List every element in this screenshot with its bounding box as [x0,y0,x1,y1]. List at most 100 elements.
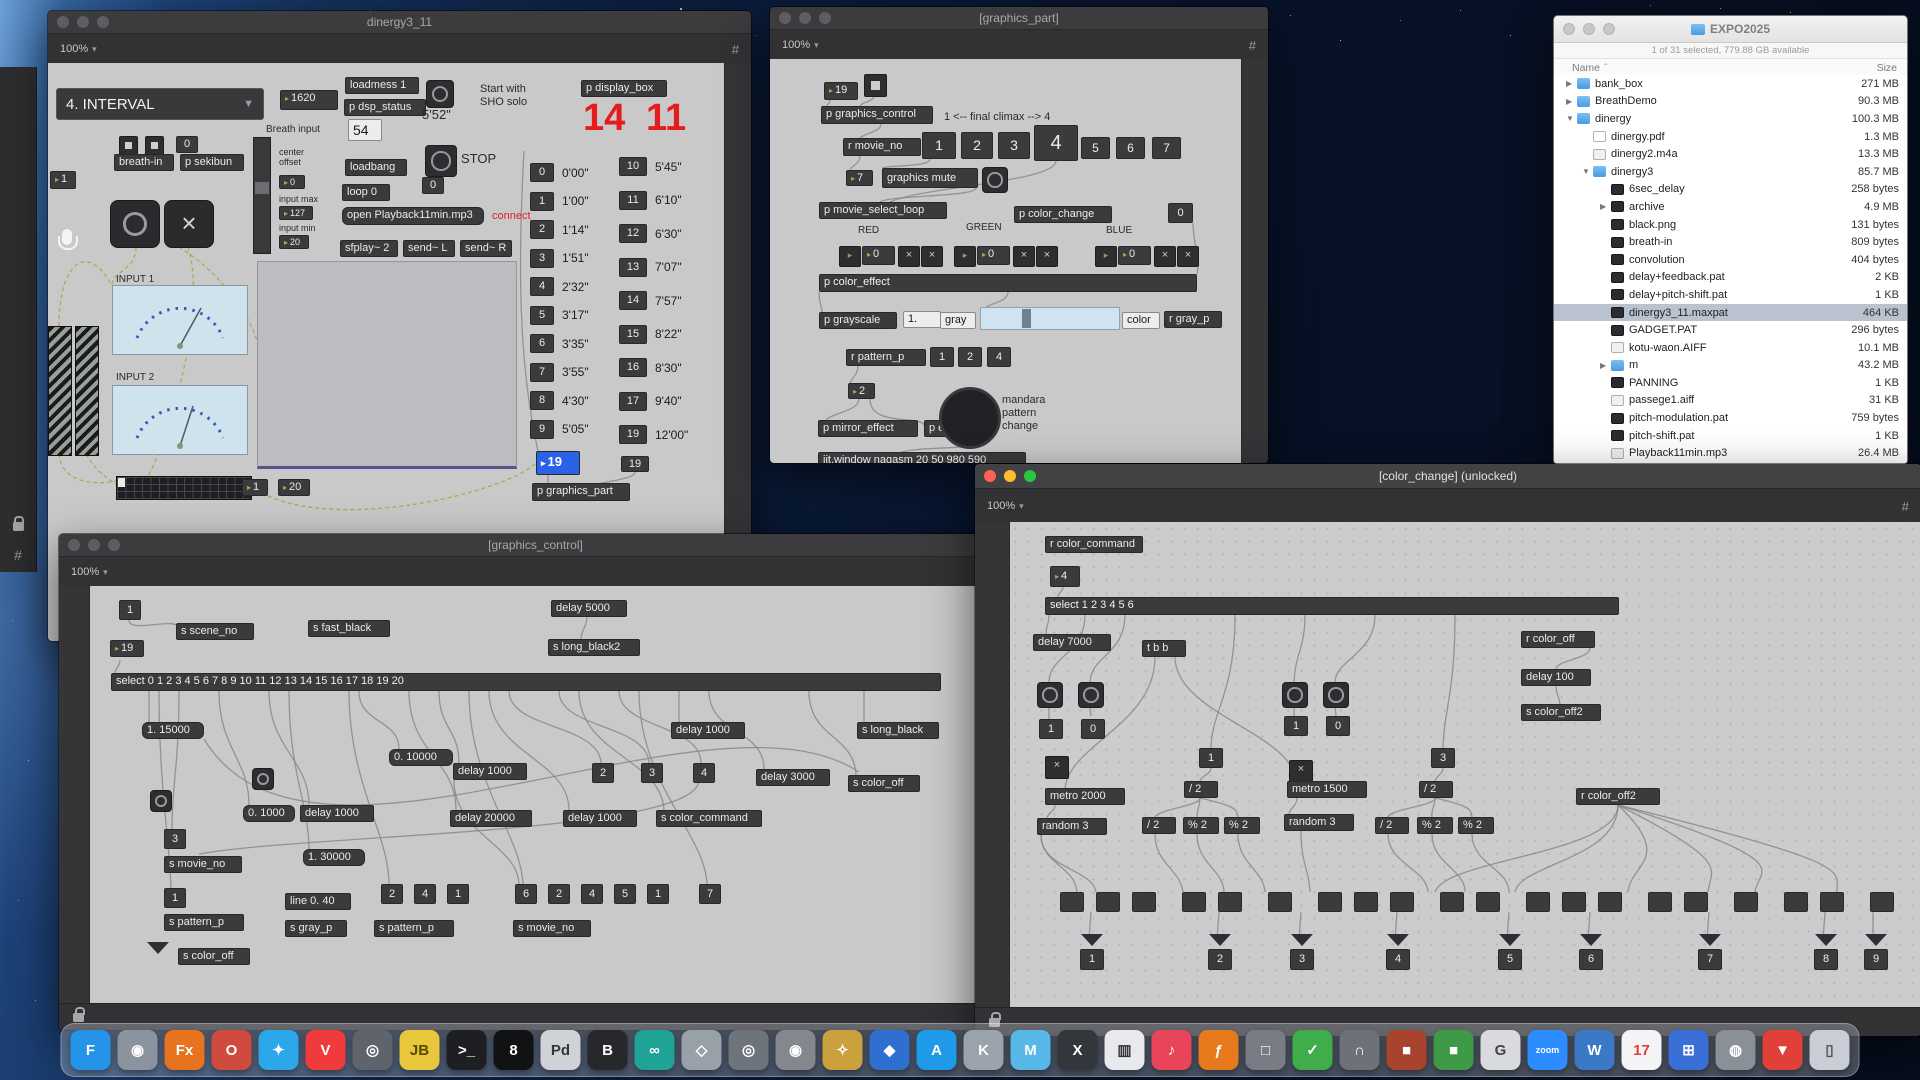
delay+feedback.pat[interactable]: delay+feedback.pat 2 KB [1554,269,1907,287]
lock-icon[interactable] [13,522,24,531]
object-box-mod2[interactable]: % 2 [1224,817,1260,834]
number-box[interactable]: 1 [119,600,141,620]
minimize-button[interactable] [1583,23,1595,35]
dock-bluegrid[interactable]: ⊞ [1669,1030,1709,1070]
window-titlebar[interactable]: dinergy3_11 [48,11,751,34]
number-box[interactable]: 5 [1498,949,1522,970]
number-box[interactable]: 4 [581,884,603,904]
object-box-s-movie-no[interactable]: s movie_no [513,920,591,937]
object-box-graphics-mute[interactable]: graphics mute [882,168,978,188]
button-triangle[interactable] [1815,934,1837,946]
number-box-cmd[interactable]: 4 [1050,566,1080,587]
number-box[interactable]: 3 [164,829,186,849]
minimize-button[interactable] [1004,470,1016,482]
dock-k-app[interactable]: K [964,1030,1004,1070]
object-box-t-b-b[interactable]: t b b [1142,640,1186,657]
number-box[interactable] [1734,892,1758,912]
object-box-mirror-effect[interactable]: p mirror_effect [818,420,918,437]
time-row[interactable]: 137'07" [619,258,688,277]
object-box-display[interactable]: p display_box [581,80,667,97]
dock-camera-app[interactable]: ◎ [729,1030,769,1070]
dock-mail[interactable]: M [1011,1030,1051,1070]
dock-puredata[interactable]: Pd [541,1030,581,1070]
interval-dropdown[interactable]: 4. INTERVAL▼ [56,88,264,120]
number-box[interactable]: 7 [1698,949,1722,970]
disclosure-triangle-icon[interactable]: ▶ [1600,202,1611,211]
message-box[interactable]: 0. 10000 [389,749,453,766]
time-row[interactable]: 126'30" [619,224,688,243]
object-box-r-color-off2[interactable]: r color_off2 [1576,788,1660,805]
stop-button[interactable] [425,145,457,177]
disclosure-triangle-icon[interactable]: ▼ [1582,167,1593,176]
dock-headphones[interactable]: ∩ [1340,1030,1380,1070]
grid-icon[interactable]: # [14,548,22,562]
dock-bitwig[interactable]: B [588,1030,628,1070]
object-box-delay-3000[interactable]: delay 3000 [756,769,830,786]
object-box-movie-select-loop[interactable]: p movie_select_loop [819,202,947,219]
dock-music[interactable]: ♪ [1152,1030,1192,1070]
time-row[interactable]: 00'00" [530,163,589,182]
object-box-send-l[interactable]: send~ L [403,240,455,257]
dock-green-app[interactable]: ■ [1434,1030,1474,1070]
time-row[interactable]: 21'14" [530,220,589,239]
minimize-button[interactable] [77,16,89,28]
object-box-sfplay[interactable]: sfplay~ 2 [340,240,398,257]
dock-gray2[interactable]: □ [1246,1030,1286,1070]
dock-knob-app[interactable]: ◉ [776,1030,816,1070]
number-box[interactable]: 2 [381,884,403,904]
object-box-div2[interactable]: / 2 [1184,781,1218,798]
number-box[interactable]: 4 [693,763,715,783]
object-box-breath-in[interactable]: breath-in [114,154,174,171]
clear-button[interactable] [1177,246,1199,267]
window-graphics-part[interactable]: [graphics_part] 100%▾ # 19 p graphics_co… [769,6,1269,464]
clear-button[interactable] [1154,246,1176,267]
time-row[interactable]: 179'40" [619,392,688,411]
number-box[interactable]: 3 [1431,748,1455,768]
bank_box[interactable]: ▶ bank_box 271 MB [1554,75,1907,93]
number-box[interactable] [1648,892,1672,912]
dock-cube-app[interactable]: ◇ [682,1030,722,1070]
number-box-input-min[interactable]: 20 [279,235,309,249]
object-box-delay-5000[interactable]: delay 5000 [551,600,627,617]
dock-trash[interactable]: ▯ [1810,1030,1850,1070]
close-button[interactable] [68,539,80,551]
dock-app-yellow[interactable]: JB [400,1030,440,1070]
object-box-line[interactable]: line 0. 40 [285,893,351,910]
button-triangle[interactable] [1865,934,1887,946]
number-box-movie-1[interactable]: 1 [922,132,956,159]
button-triangle[interactable] [1387,934,1409,946]
dock-vivaldi[interactable]: V [306,1030,346,1070]
number-box[interactable]: 1 [164,888,186,908]
window-titlebar[interactable]: [color_change] (unlocked) [975,464,1920,489]
sort-arrow-icon[interactable]: ˆ [1604,62,1608,74]
number-box[interactable]: 0 [176,136,198,153]
number-box-scene-selected[interactable]: 19 [536,451,580,475]
dock-finder[interactable]: F [71,1030,111,1070]
dock-compass-gold[interactable]: ✧ [823,1030,863,1070]
message-box[interactable]: 1. 15000 [142,722,204,739]
gain-slider[interactable] [48,326,72,456]
object-box-r-color-command[interactable]: r color_command [1045,536,1143,553]
toggle-button-red[interactable] [839,246,861,267]
number-box[interactable]: 0 [422,177,444,194]
object-box-mod2[interactable]: % 2 [1183,817,1219,834]
toggle-x[interactable] [1289,760,1313,783]
object-box-s-pattern-p[interactable]: s pattern_p [164,914,244,931]
dock-zoom[interactable]: zoom [1528,1030,1568,1070]
archive[interactable]: ▶ archive 4.9 MB [1554,198,1907,216]
pitch-shift.pat[interactable]: pitch-shift.pat 1 KB [1554,427,1907,445]
bang-button[interactable] [1037,682,1063,708]
object-box-loadmess[interactable]: loadmess 1 [345,77,419,94]
black.png[interactable]: black.png 131 bytes [1554,216,1907,234]
big-clear-button[interactable] [164,200,214,248]
number-box[interactable]: 1 [447,884,469,904]
object-box-delay-1000[interactable]: delay 1000 [300,805,374,822]
clear-button[interactable] [1013,246,1035,267]
minimize-button[interactable] [799,12,811,24]
object-box-div2[interactable]: / 2 [1142,817,1176,834]
number-box[interactable]: 1 [1199,748,1223,768]
number-box[interactable]: 6 [1579,949,1603,970]
number-box[interactable] [1598,892,1622,912]
object-box-s-scene-no[interactable]: s scene_no [176,623,254,640]
toggle[interactable] [145,136,164,155]
